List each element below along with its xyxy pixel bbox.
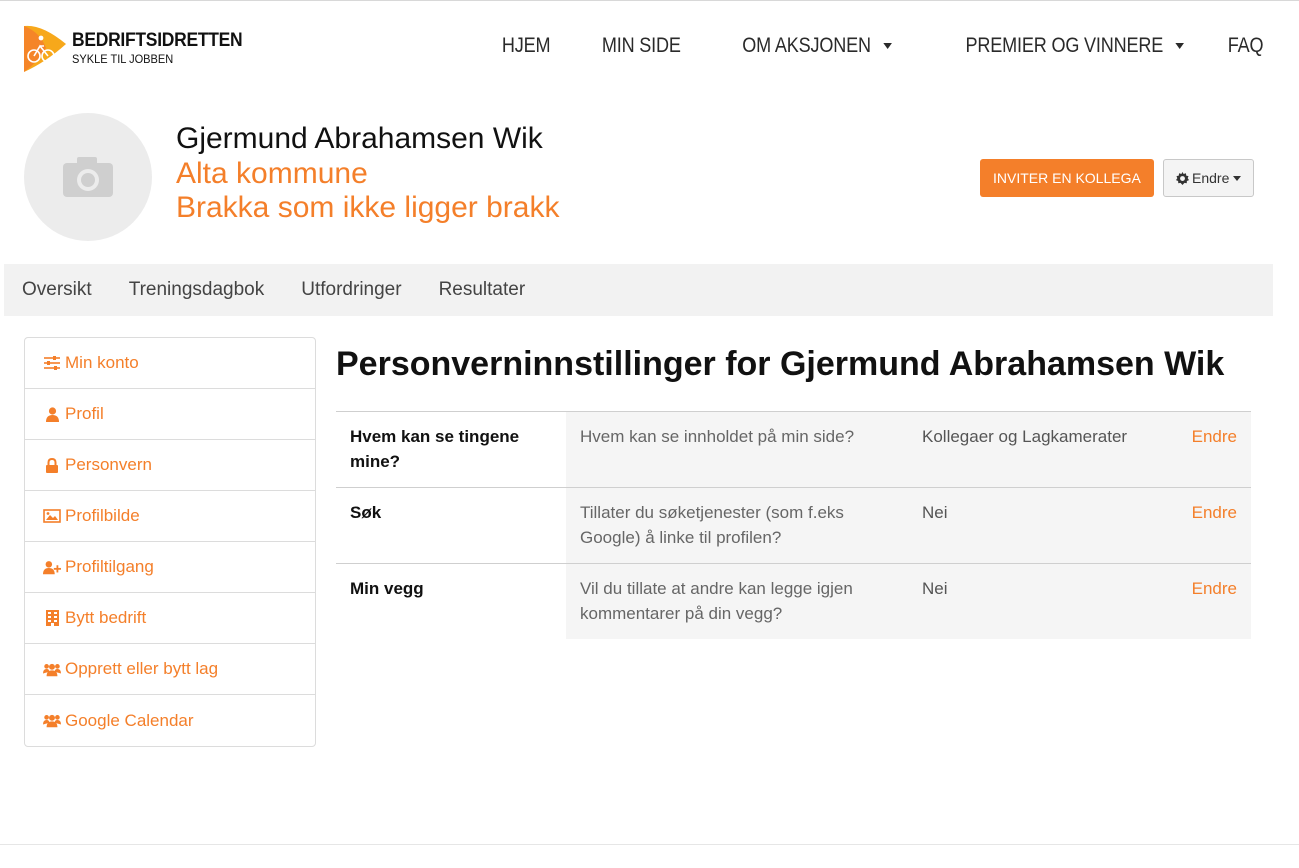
table-row: Søk Tillater du søketjenester (som f.eks… [336,487,1251,564]
invite-colleague-button[interactable]: INVITER EN KOLLEGA [980,159,1154,197]
setting-value: Nei [908,487,1166,564]
gear-icon [1176,171,1189,185]
caret-down-icon [883,43,892,49]
image-icon [43,508,61,524]
edit-label: Endre [1192,170,1230,186]
profile-header: Gjermund Abrahamsen Wik Alta kommune Bra… [24,113,1274,243]
nav-om-aksjonen[interactable]: OM AKSJONEN [743,34,892,58]
setting-question: Hvem kan se innholdet på min side? [566,411,908,488]
setting-question: Vil du tillate at andre kan legge igjen … [566,563,908,639]
user-plus-icon [43,559,61,575]
setting-label: Min vegg [336,563,566,639]
caret-down-icon [1233,175,1242,181]
brand-name: BEDRIFTSIDRETTEN [72,30,243,51]
top-navbar: BEDRIFTSIDRETTEN SYKLE TIL JOBBEN HJEM M… [0,1,1299,96]
profile-team[interactable]: Brakka som ikke ligger brakk [176,191,559,225]
setting-value: Kollegaer og Lagkamerater [908,411,1166,488]
sidebar-item-bytt-bedrift[interactable]: Bytt bedrift [25,593,315,644]
logo-mark-icon [24,25,66,72]
lock-icon [43,457,61,473]
setting-value: Nei [908,563,1166,639]
avatar[interactable] [24,113,152,241]
main-menu: HJEM MIN SIDE OM AKSJONEN PREMIER OG VIN… [456,34,1263,58]
users-icon [43,661,61,677]
settings-sidebar: Min konto Profil Personvern Profilbilde … [24,337,316,747]
privacy-table: Hvem kan se tingene mine? Hvem kan se in… [336,411,1251,639]
profile-name: Gjermund Abrahamsen Wik [176,122,543,155]
nav-premier-og-vinnere[interactable]: PREMIER OG VINNERE [965,34,1184,58]
edit-search-link[interactable]: Endre [1192,503,1237,522]
sidebar-item-personvern[interactable]: Personvern [25,440,315,491]
sidebar-item-opprett-eller-bytt-lag[interactable]: Opprett eller bytt lag [25,644,315,695]
nav-faq[interactable]: FAQ [1227,34,1263,58]
tab-resultater[interactable]: Resultater [439,279,526,301]
sidebar-item-google-calendar[interactable]: Google Calendar [25,695,315,746]
table-row: Min vegg Vil du tillate at andre kan leg… [336,563,1251,639]
table-row: Hvem kan se tingene mine? Hvem kan se in… [336,411,1251,488]
camera-icon [63,157,113,197]
edit-visibility-link[interactable]: Endre [1192,427,1237,446]
profile-tabs: Oversikt Treningsdagbok Utfordringer Res… [4,264,1273,316]
sidebar-item-min-konto[interactable]: Min konto [25,338,315,389]
brand-tagline: SYKLE TIL JOBBEN [72,52,174,66]
sidebar-item-profil[interactable]: Profil [25,389,315,440]
brand-logo[interactable]: BEDRIFTSIDRETTEN SYKLE TIL JOBBEN [22,21,257,75]
sidebar-item-profilbilde[interactable]: Profilbilde [25,491,315,542]
sidebar-item-profiltilgang[interactable]: Profiltilgang [25,542,315,593]
setting-question: Tillater du søketjenester (som f.eks Goo… [566,487,908,564]
users-icon [43,713,61,729]
profile-organization[interactable]: Alta kommune [176,157,559,191]
privacy-settings: Personverninnstillinger for Gjermund Abr… [336,337,1251,639]
tab-oversikt[interactable]: Oversikt [22,279,92,301]
setting-label: Hvem kan se tingene mine? [336,411,566,488]
page-divider [0,844,1299,845]
tab-utfordringer[interactable]: Utfordringer [301,279,401,301]
building-icon [43,610,61,626]
user-icon [43,406,61,422]
page-title: Personverninnstillinger for Gjermund Abr… [336,345,1225,383]
tab-treningsdagbok[interactable]: Treningsdagbok [129,279,265,301]
nav-hjem[interactable]: HJEM [502,34,551,58]
edit-wall-link[interactable]: Endre [1192,579,1237,598]
sliders-icon [43,355,61,371]
setting-label: Søk [336,487,566,564]
edit-dropdown-button[interactable]: Endre [1163,159,1255,197]
nav-min-side[interactable]: MIN SIDE [601,34,680,58]
caret-down-icon [1174,43,1184,49]
